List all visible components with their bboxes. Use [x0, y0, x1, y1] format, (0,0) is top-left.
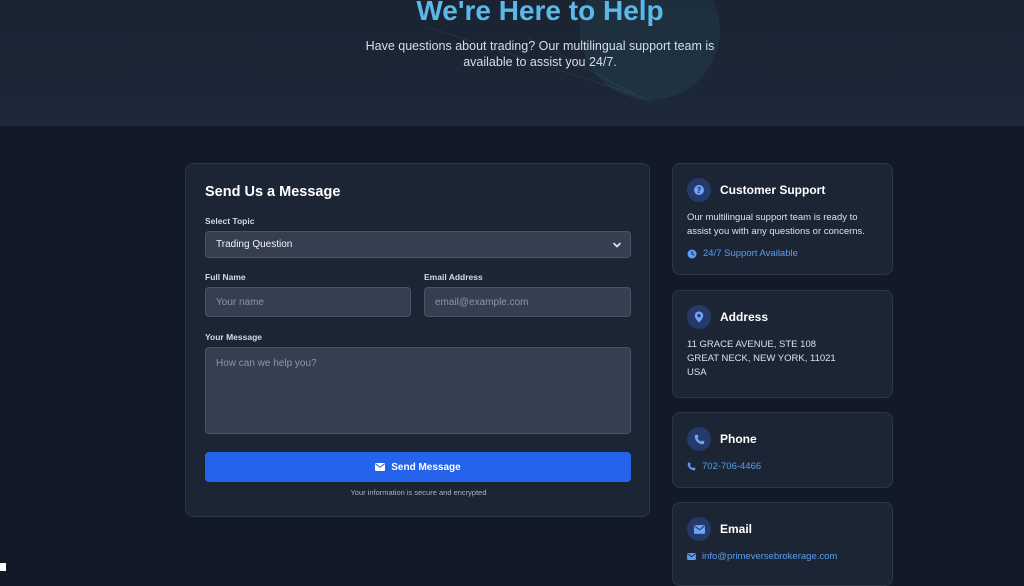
email-address: info@primeversebrokerage.com	[702, 551, 838, 562]
phone-number: 702-706-4466	[702, 461, 762, 472]
email-label: Email Address	[424, 272, 483, 282]
address-line-2: GREAT NECK, NEW YORK, 11021	[687, 353, 836, 364]
send-message-button[interactable]: Send Message	[205, 452, 631, 482]
phone-icon-circle	[687, 427, 711, 451]
page-title: We're Here to Help	[416, 0, 664, 26]
email-title: Email	[720, 522, 753, 536]
message-label: Your Message	[205, 332, 263, 342]
phone-link[interactable]: 702-706-4466	[687, 461, 761, 472]
email-input[interactable]: email@example.com	[424, 287, 631, 317]
question-icon: ?	[694, 185, 704, 195]
corner-artifact	[0, 563, 6, 571]
hero-section: We're Here to Help Have questions about …	[0, 0, 1024, 126]
address-line-3: USA	[687, 367, 707, 378]
name-label: Full Name	[205, 272, 246, 282]
email-card: Email info@primeversebrokerage.com	[672, 502, 893, 586]
page-subtitle: Have questions about trading? Our multil…	[365, 39, 715, 69]
email-icon-circle	[687, 517, 711, 541]
address-title: Address	[720, 310, 769, 324]
phone-title: Phone	[720, 432, 757, 446]
support-availability: 24/7 Support Available	[687, 248, 798, 259]
chevron-down-icon	[613, 242, 621, 248]
address-line-1: 11 GRACE AVENUE, STE 108	[687, 339, 817, 350]
support-title: Customer Support	[720, 183, 826, 197]
phone-card: Phone 702-706-4466	[672, 412, 893, 488]
support-text: Our multilingual support team is ready t…	[687, 212, 865, 237]
address-card: Address 11 GRACE AVENUE, STE 108 GREAT N…	[672, 290, 893, 398]
support-availability-label: 24/7 Support Available	[703, 248, 798, 259]
topic-label: Select Topic	[205, 216, 255, 226]
topic-select-value: Trading Question	[216, 239, 293, 250]
contact-form-card: Send Us a Message Select Topic Trading Q…	[185, 163, 650, 517]
email-link[interactable]: info@primeversebrokerage.com	[687, 551, 837, 562]
location-pin-icon	[694, 311, 704, 323]
svg-text:?: ?	[697, 186, 702, 195]
phone-icon	[687, 462, 696, 471]
support-icon-circle: ?	[687, 178, 711, 202]
topic-select[interactable]: Trading Question	[205, 231, 631, 258]
envelope-icon	[687, 553, 696, 560]
envelope-icon	[693, 524, 705, 534]
secure-note: Your information is secure and encrypted	[350, 488, 487, 497]
email-placeholder: email@example.com	[435, 296, 529, 308]
envelope-icon	[375, 463, 386, 471]
send-message-label: Send Message	[391, 461, 461, 473]
message-textarea[interactable]: How can we help you?	[205, 347, 631, 434]
form-title: Send Us a Message	[205, 184, 341, 200]
address-icon-circle	[687, 305, 711, 329]
name-placeholder: Your name	[216, 296, 264, 308]
clock-icon	[687, 249, 697, 258]
name-input[interactable]: Your name	[205, 287, 411, 317]
support-card: ? Customer Support Our multilingual supp…	[672, 163, 893, 275]
phone-icon	[694, 434, 704, 444]
message-placeholder: How can we help you?	[216, 358, 317, 369]
